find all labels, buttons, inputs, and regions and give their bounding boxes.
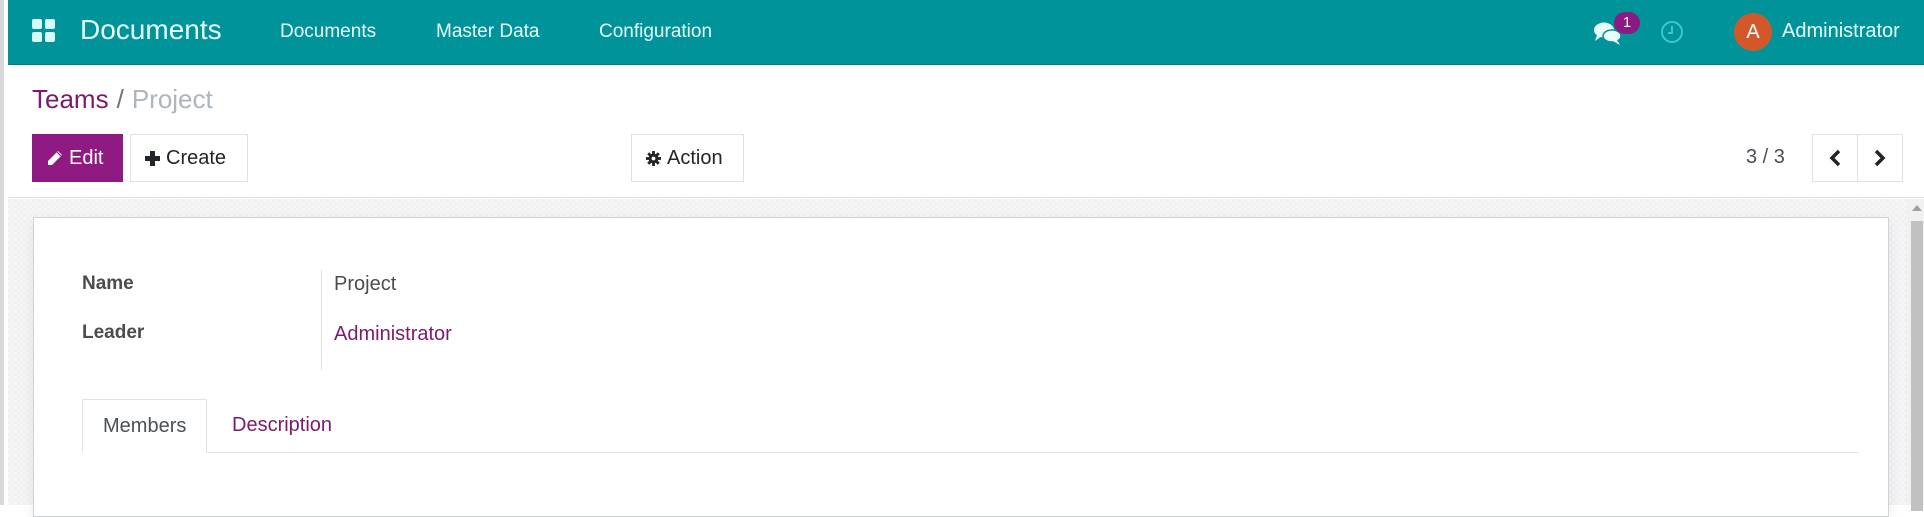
messages-badge: 1 <box>1614 12 1640 34</box>
action-button[interactable]: Action <box>631 134 744 182</box>
pager-next-button[interactable] <box>1857 134 1903 182</box>
app-window: Documents Documents Master Data Configur… <box>0 0 1924 517</box>
form-view-area: Name Leader Project Administrator Member… <box>8 199 1906 517</box>
menu-documents[interactable]: Documents <box>280 21 376 43</box>
action-label: Action <box>667 147 723 169</box>
vertical-scrollbar[interactable] <box>1906 199 1924 511</box>
avatar[interactable]: A <box>1734 13 1772 51</box>
breadcrumb: Teams / Project <box>32 84 213 115</box>
breadcrumb-current: Project <box>131 84 213 114</box>
scroll-up-arrow[interactable] <box>1912 205 1922 211</box>
field-separator <box>321 270 322 370</box>
create-button[interactable]: Create <box>130 134 248 182</box>
user-menu[interactable]: Administrator <box>1782 20 1900 43</box>
top-navbar: Documents Documents Master Data Configur… <box>8 0 1924 65</box>
tab-description[interactable]: Description <box>212 399 352 453</box>
edit-label: Edit <box>69 147 104 169</box>
chevron-right-icon <box>1874 149 1886 167</box>
form-sheet: Name Leader Project Administrator Member… <box>33 217 1889 517</box>
leader-link[interactable]: Administrator <box>334 323 452 346</box>
apps-grid-icon[interactable] <box>32 19 56 43</box>
breadcrumb-teams[interactable]: Teams <box>32 84 109 114</box>
clock-icon[interactable] <box>1661 21 1683 43</box>
plus-icon <box>145 150 160 166</box>
create-label: Create <box>166 147 227 169</box>
breadcrumb-separator: / <box>116 84 124 114</box>
leader-label: Leader <box>82 322 145 343</box>
menu-configuration[interactable]: Configuration <box>599 21 712 43</box>
chevron-left-icon <box>1829 149 1841 167</box>
tab-members[interactable]: Members <box>82 399 208 453</box>
control-panel: Teams / Project Edit Create Action 3 / 3 <box>8 66 1924 198</box>
scroll-thumb[interactable] <box>1911 221 1923 511</box>
pager-previous-button[interactable] <box>1812 134 1858 182</box>
pager-value: 3 / 3 <box>1746 146 1785 168</box>
menu-master-data[interactable]: Master Data <box>436 21 539 43</box>
notebook-tabs: Members Description <box>82 399 1858 453</box>
gear-icon <box>646 150 661 166</box>
name-label: Name <box>82 273 134 294</box>
name-value: Project <box>334 273 397 295</box>
app-name: Documents <box>80 14 222 45</box>
pencil-icon <box>48 151 62 165</box>
edit-button[interactable]: Edit <box>32 134 123 182</box>
